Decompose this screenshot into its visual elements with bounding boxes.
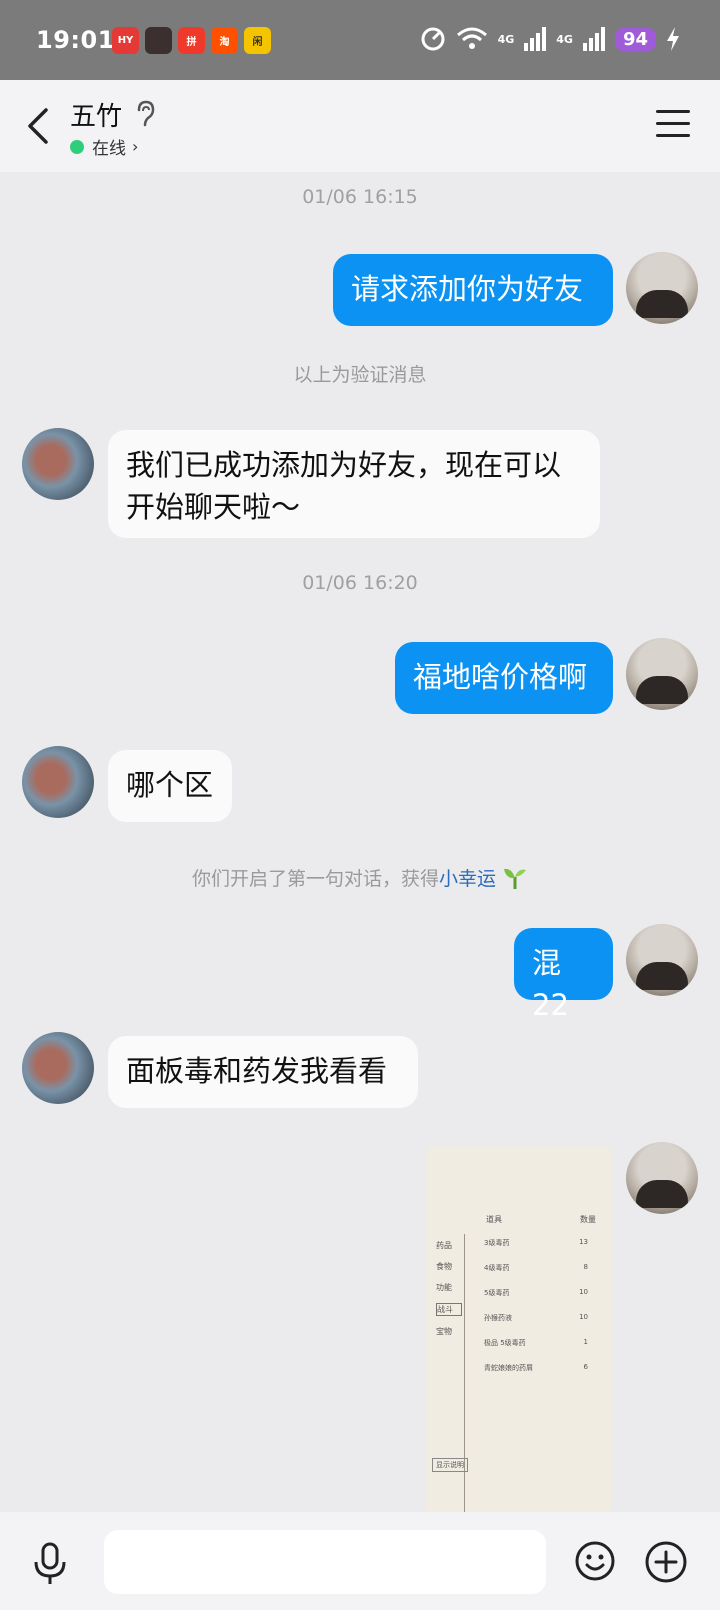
chat-header: 五竹 在线 › — [0, 80, 720, 172]
my-avatar[interactable] — [626, 638, 698, 710]
row-qty: 10 — [579, 1313, 588, 1321]
sidebar-category: 功能 — [436, 1283, 452, 1292]
chevron-right-icon: › — [132, 137, 139, 156]
message-input[interactable] — [104, 1530, 546, 1594]
online-dot-icon — [70, 139, 84, 154]
input-bar — [0, 1512, 720, 1610]
my-message-bubble[interactable]: 请求添加你为好友 — [333, 254, 613, 326]
contact-name[interactable]: 五竹 — [70, 96, 122, 133]
emoji-icon[interactable] — [574, 1540, 616, 1582]
my-avatar[interactable] — [626, 924, 698, 996]
back-arrow-icon[interactable] — [18, 102, 58, 150]
plus-icon[interactable] — [644, 1540, 688, 1584]
my-avatar[interactable] — [626, 1142, 698, 1214]
image-table-header: 道具 数量 — [486, 1214, 596, 1225]
signal-label-1: 4G — [497, 32, 515, 46]
status-bar: 19:01 HY 拼 淘 闲 4G 4G 94 — [0, 0, 720, 80]
system-message: 你们开启了第一句对话，获得小幸运 — [0, 864, 720, 891]
contact-message-bubble[interactable]: 哪个区 — [108, 750, 232, 822]
status-time: 19:01 — [36, 26, 115, 54]
table-row: 极品 5级毒药 1 — [476, 1338, 596, 1348]
timestamp: 01/06 16:20 — [302, 572, 418, 594]
online-status-label: 在线 — [92, 139, 126, 159]
contact-avatar[interactable] — [22, 746, 94, 818]
image-message[interactable]: 药品 食物 功能 战斗 宝物 道具 数量 3级毒药 13 4级毒药 8 5级毒药 10… — [426, 1146, 612, 1512]
chat-messages[interactable]: 01/06 16:15 请求添加你为好友 以上为验证消息 我们已成功添加为好友，… — [0, 172, 720, 1512]
signal-bars-icon — [524, 27, 547, 51]
app-pdd-icon: 拼 — [178, 27, 205, 54]
microphone-icon[interactable] — [30, 1542, 70, 1586]
table-row: 4级毒药 8 — [476, 1263, 596, 1273]
row-qty: 13 — [579, 1238, 588, 1246]
sidebar-category: 药品 — [436, 1241, 452, 1250]
image-table: 3级毒药 13 4级毒药 8 5级毒药 10 孙猴药液 10 极品 5级毒药 1 青蛇娘娘… — [476, 1238, 596, 1388]
charging-icon — [667, 27, 679, 51]
app-avatar-icon — [145, 27, 172, 54]
image-show-desc-button: 显示说明 — [432, 1458, 468, 1472]
col-qty: 数量 — [580, 1215, 596, 1224]
app-yellow-icon: 闲 — [244, 27, 271, 54]
lucky-link[interactable]: 小幸运 — [439, 868, 496, 890]
hamburger-menu-icon[interactable] — [656, 110, 690, 140]
contact-avatar[interactable] — [22, 1032, 94, 1104]
signal-bars-icon — [582, 27, 605, 51]
sidebar-category-selected: 战斗 — [436, 1303, 462, 1316]
row-qty: 6 — [583, 1363, 588, 1371]
sprout-icon — [504, 868, 527, 889]
table-row: 孙猴药液 10 — [476, 1313, 596, 1323]
app-red-icon: HY — [112, 27, 139, 54]
row-qty: 10 — [579, 1288, 588, 1296]
my-message-bubble[interactable]: 混22 — [514, 928, 613, 1022]
col-item: 道具 — [486, 1215, 502, 1224]
notification-app-icons: HY 拼 淘 闲 — [112, 27, 271, 54]
row-name: 3级毒药 — [484, 1239, 510, 1247]
vpn-icon — [421, 27, 445, 51]
row-name: 青蛇娘娘的药屑 — [484, 1364, 533, 1372]
wifi-icon — [456, 27, 487, 49]
app-taobao-icon: 淘 — [211, 27, 238, 54]
timestamp: 01/06 16:15 — [302, 186, 418, 208]
system-message-text: 你们开启了第一句对话，获得 — [191, 868, 439, 890]
contact-message-bubble[interactable]: 面板毒和药发我看看 — [108, 1036, 418, 1108]
sidebar-category: 宝物 — [436, 1327, 452, 1336]
table-row: 3级毒药 13 — [476, 1238, 596, 1248]
battery-level: 94 — [614, 27, 656, 51]
system-message: 以上为验证消息 — [293, 364, 427, 386]
ear-mode-icon[interactable] — [134, 100, 156, 128]
row-name: 4级毒药 — [484, 1264, 510, 1272]
row-name: 极品 5级毒药 — [484, 1339, 526, 1347]
row-qty: 1 — [583, 1338, 588, 1346]
row-name: 孙猴药液 — [484, 1314, 512, 1322]
contact-avatar[interactable] — [22, 428, 94, 500]
contact-message-bubble[interactable]: 我们已成功添加为好友，现在可以开始聊天啦～ — [108, 430, 600, 538]
table-row: 5级毒药 10 — [476, 1288, 596, 1298]
my-message-bubble[interactable]: 福地啥价格啊 — [395, 642, 613, 714]
signal-label-2: 4G — [556, 32, 573, 46]
status-right-icons: 4G 4G 94 — [420, 26, 680, 52]
online-status[interactable]: 在线 › — [70, 134, 138, 159]
my-avatar[interactable] — [626, 252, 698, 324]
table-row: 青蛇娘娘的药屑 6 — [476, 1363, 596, 1373]
row-name: 5级毒药 — [484, 1289, 510, 1297]
sidebar-category: 食物 — [436, 1262, 452, 1271]
row-qty: 8 — [583, 1263, 588, 1271]
